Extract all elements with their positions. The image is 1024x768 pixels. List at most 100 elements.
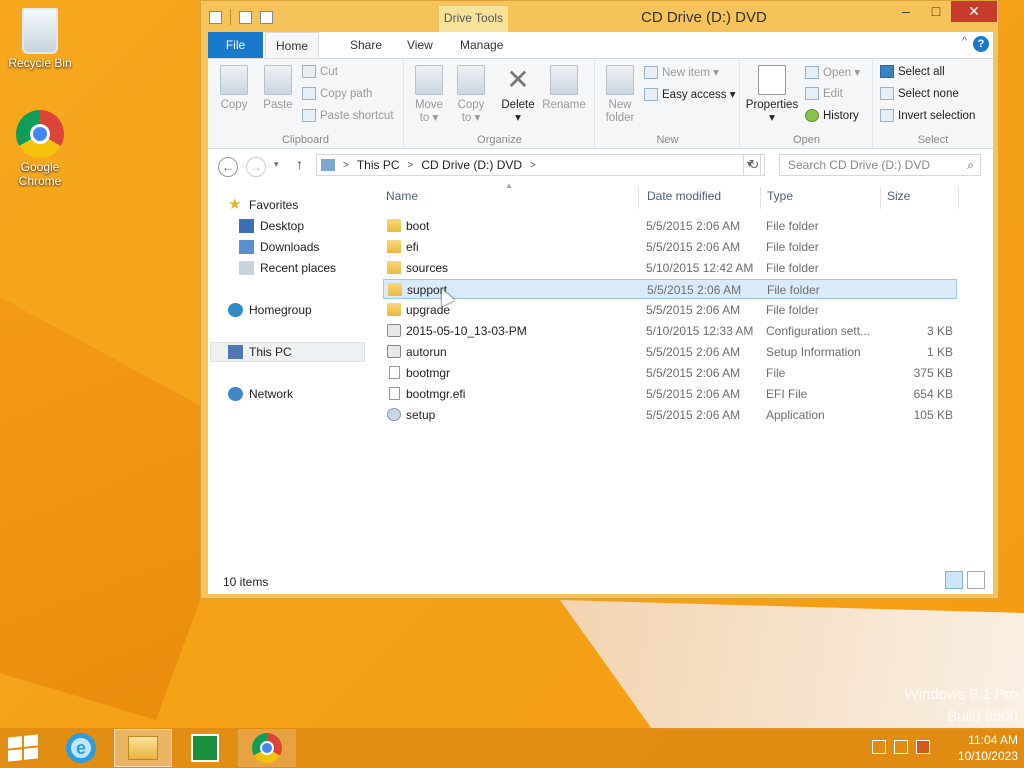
address-bar[interactable]: > This PC > CD Drive (D:) DVD > ▼ [316, 154, 761, 176]
title-bar[interactable]: Drive Tools CD Drive (D:) DVD – □ ✕ [201, 1, 998, 32]
column-header-name[interactable]: Name [386, 189, 418, 203]
desktop-icon-google-chrome[interactable]: Google Chrome [0, 110, 80, 188]
easy-access-button[interactable]: Easy access ▾ [644, 87, 736, 101]
taskbar-store[interactable] [176, 729, 234, 767]
search-input[interactable]: Search CD Drive (D:) DVD ⌕ [779, 154, 981, 176]
breadcrumb-cd-drive[interactable]: CD Drive (D:) DVD [421, 158, 522, 172]
taskbar-internet-explorer[interactable]: e [52, 729, 110, 767]
system-tray [872, 740, 930, 754]
nav-homegroup[interactable]: Homegroup [228, 300, 312, 320]
chevron-right-icon[interactable]: > [408, 160, 414, 171]
table-row[interactable]: boot 5/5/2015 2:06 AM File folder [383, 216, 957, 236]
large-icons-view-button[interactable] [967, 571, 985, 589]
column-divider[interactable] [638, 187, 639, 209]
copy-path-button[interactable]: Copy path [302, 87, 372, 100]
nav-desktop[interactable]: Desktop [239, 216, 304, 236]
back-button[interactable]: ← [218, 157, 238, 177]
start-button[interactable] [8, 734, 38, 762]
clock[interactable]: 11:04 AM 10/10/2023 [940, 732, 1018, 764]
scissors-icon [302, 65, 316, 78]
chevron-right-icon[interactable]: > [343, 160, 349, 171]
breadcrumb-this-pc[interactable]: This PC [357, 158, 400, 172]
copy-to-button[interactable]: Copy to ▾ [451, 65, 491, 125]
table-row[interactable]: efi 5/5/2015 2:06 AM File folder [383, 237, 957, 257]
nav-recent-places[interactable]: Recent places [239, 258, 336, 278]
column-header-type[interactable]: Type [767, 189, 793, 203]
details-view-button[interactable] [945, 571, 963, 589]
column-header-date[interactable]: Date modified [647, 189, 721, 203]
help-icon[interactable]: ? [973, 36, 989, 52]
tab-file[interactable]: File [208, 32, 263, 58]
flag-icon[interactable] [872, 740, 886, 754]
file-name: efi [406, 240, 419, 254]
new-folder-button[interactable]: New folder [600, 65, 640, 125]
network-tray-icon[interactable] [894, 740, 908, 754]
nav-favorites[interactable]: ★ Favorites [228, 195, 298, 215]
recent-locations-button[interactable]: ▾ [274, 159, 279, 170]
tab-manage[interactable]: Manage [450, 32, 513, 58]
delete-button[interactable]: ✕ Delete ▾ [497, 65, 539, 125]
group-label: Clipboard [281, 134, 330, 146]
desktop-icon-recycle-bin[interactable]: Recycle Bin [0, 8, 80, 70]
rename-button[interactable]: Rename [541, 65, 587, 112]
folder-icon [388, 283, 402, 296]
open-button[interactable]: Open ▾ [805, 65, 860, 79]
cut-button[interactable]: Cut [302, 65, 338, 78]
new-item-button[interactable]: New item ▾ [644, 65, 719, 79]
history-button[interactable]: History [805, 109, 859, 122]
file-size: 105 KB [913, 408, 953, 422]
paste-button[interactable]: Paste [258, 65, 298, 112]
minimize-button[interactable]: – [891, 1, 921, 22]
invert-selection-icon [880, 109, 894, 122]
windows-logo-pane [8, 749, 22, 762]
nav-downloads[interactable]: Downloads [239, 237, 319, 257]
chevron-right-icon[interactable]: > [530, 160, 536, 171]
table-row[interactable]: bootmgr.efi 5/5/2015 2:06 AM EFI File 654 K… [383, 384, 957, 404]
up-button[interactable]: ↑ [296, 156, 303, 172]
nav-this-pc[interactable]: This PC [228, 342, 292, 362]
edit-icon [805, 87, 819, 100]
taskbar-chrome[interactable] [238, 729, 296, 767]
file-date: 5/10/2015 12:42 AM [646, 261, 754, 275]
table-row[interactable]: support 5/5/2015 2:06 AM File folder [383, 279, 957, 299]
forward-button[interactable]: → [246, 157, 266, 177]
paste-shortcut-button[interactable]: Paste shortcut [302, 109, 394, 122]
volume-muted-icon[interactable] [916, 740, 930, 754]
table-row[interactable]: sources 5/10/2015 12:42 AM File folder [383, 258, 957, 278]
explorer-icon[interactable] [209, 10, 222, 24]
file-size: 3 KB [926, 324, 953, 338]
store-icon [191, 734, 219, 762]
close-button[interactable]: ✕ [951, 1, 997, 22]
maximize-button[interactable]: □ [923, 1, 949, 22]
table-row[interactable]: bootmgr 5/5/2015 2:06 AM File 375 KB [383, 363, 957, 383]
downloads-icon [239, 240, 254, 254]
table-row[interactable]: autorun 5/5/2015 2:06 AM Setup Information… [383, 342, 957, 362]
select-all-button[interactable]: Select all [880, 65, 945, 78]
refresh-button[interactable]: ↻ [743, 154, 765, 176]
file-date: 5/5/2015 2:06 AM [646, 240, 741, 254]
move-to-button[interactable]: Move to ▾ [409, 65, 449, 125]
column-divider[interactable] [958, 187, 959, 209]
properties-button[interactable]: Properties ▾ [745, 65, 799, 125]
invert-selection-button[interactable]: Invert selection [880, 109, 975, 122]
taskbar-file-explorer[interactable] [114, 729, 172, 767]
properties-icon[interactable] [239, 10, 252, 24]
column-divider[interactable] [760, 187, 761, 209]
table-row[interactable]: setup 5/5/2015 2:06 AM Application 105 KB [383, 405, 957, 425]
column-header-size[interactable]: Size [887, 189, 910, 203]
table-row[interactable]: 2015-05-10_13-03-PM 5/10/2015 12:33 AM Con… [383, 321, 957, 341]
file-name: bootmgr [406, 366, 451, 380]
new-folder-icon[interactable] [260, 10, 273, 24]
nav-network[interactable]: Network [228, 384, 293, 404]
table-row[interactable]: upgrade 5/5/2015 2:06 AM File folder [383, 300, 957, 320]
chevron-down-icon[interactable] [281, 11, 289, 24]
select-none-button[interactable]: Select none [880, 87, 959, 100]
tab-view[interactable]: View [397, 32, 443, 58]
tab-home[interactable]: Home [265, 32, 320, 58]
collapse-ribbon-icon[interactable]: ^ [962, 35, 967, 47]
tab-share[interactable]: Share [340, 32, 392, 58]
edit-button[interactable]: Edit [805, 87, 843, 100]
column-divider[interactable] [880, 187, 881, 209]
copy-button[interactable]: Copy [214, 65, 254, 112]
watermark-build: Build 9600 [947, 708, 1018, 725]
